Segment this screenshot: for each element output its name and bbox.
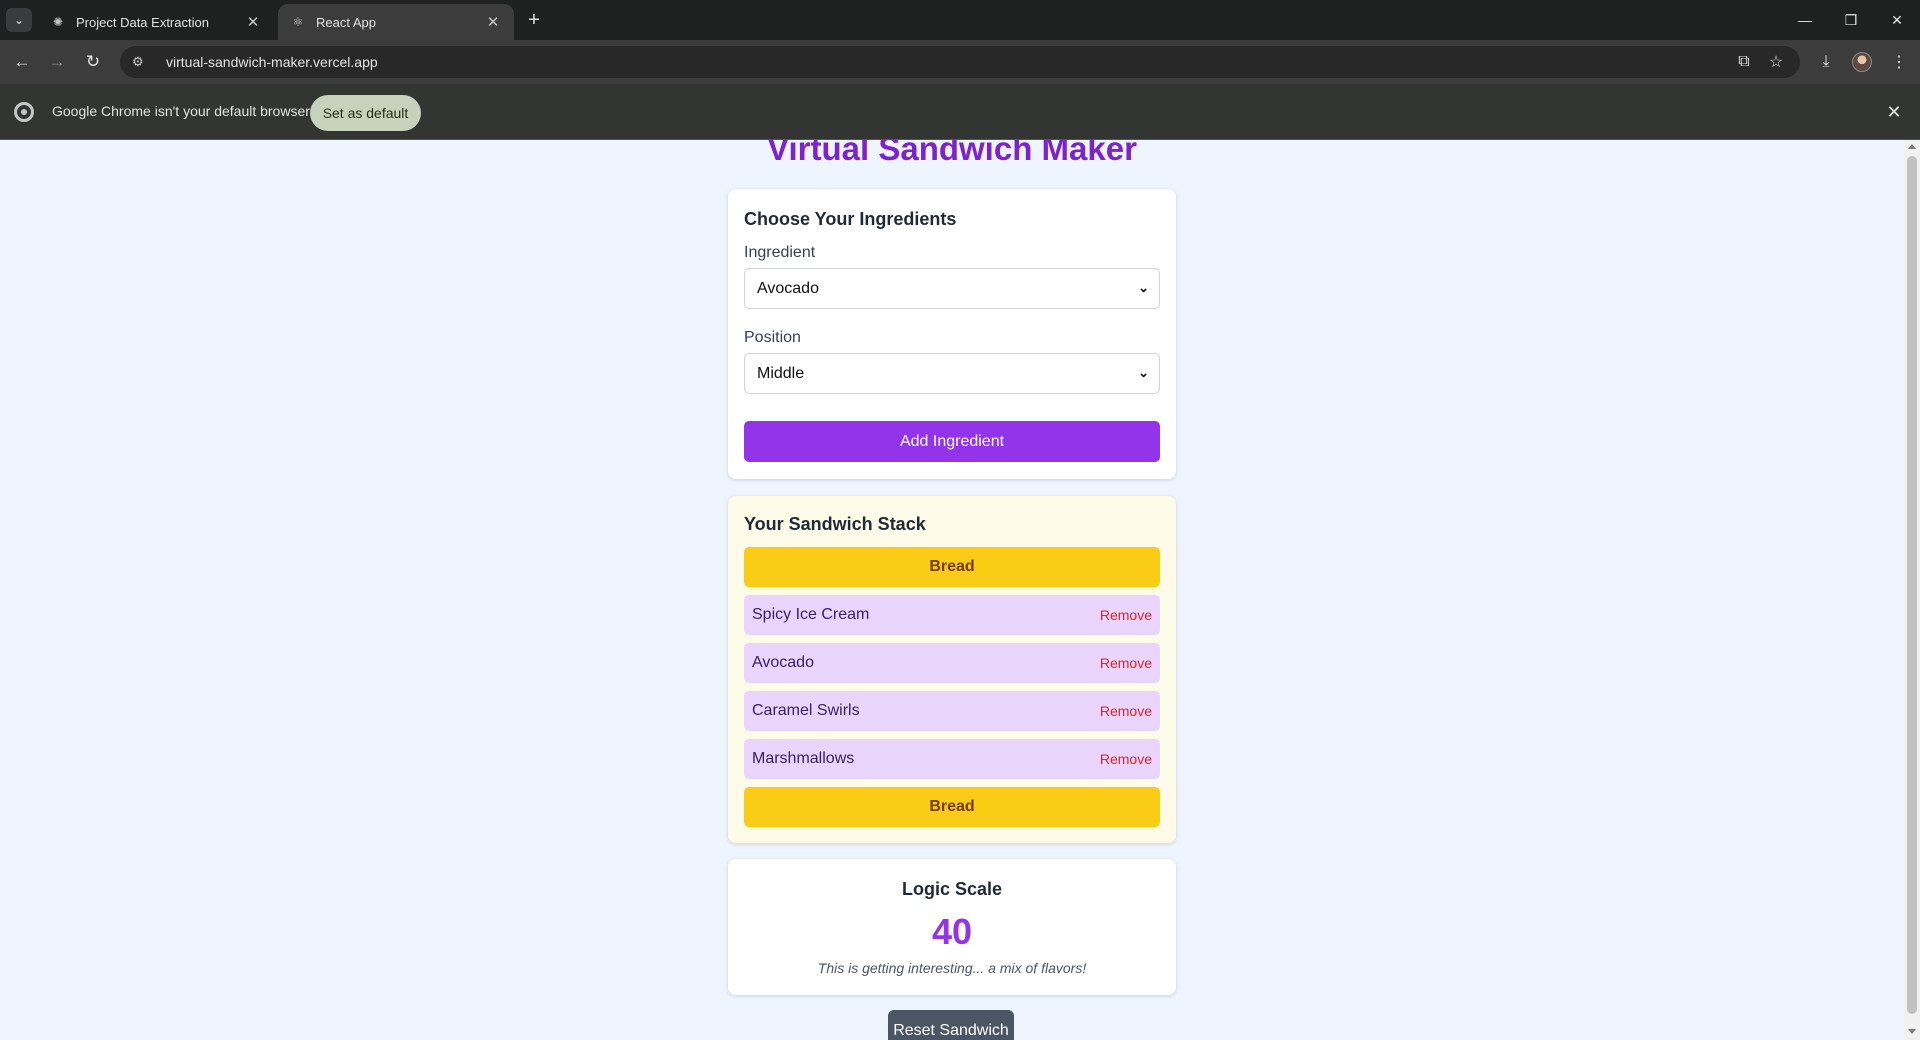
tab-search-button[interactable]: ⌄	[6, 8, 32, 32]
remove-button[interactable]: Remove	[1100, 607, 1152, 623]
close-icon[interactable]: ✕	[484, 13, 502, 31]
stack-item-name: Spicy Ice Cream	[752, 606, 870, 623]
chevron-down-icon: ⌄	[13, 13, 25, 27]
ingredient-select[interactable]: Avocado ⌄	[744, 268, 1160, 309]
chevron-down-icon: ⌄	[1138, 365, 1149, 380]
chevron-down-icon: ⌄	[1138, 280, 1149, 295]
tab-project-data-extraction[interactable]: ✺ Project Data Extraction ✕	[38, 4, 274, 40]
url-text: virtual-sandwich-maker.vercel.app	[166, 54, 378, 70]
stack-item: Avocado Remove	[744, 643, 1160, 683]
downloads-button[interactable]: ⤓	[1812, 48, 1840, 76]
set-as-default-button[interactable]: Set as default	[310, 95, 421, 131]
address-bar[interactable]: ⚙ virtual-sandwich-maker.vercel.app	[120, 46, 1800, 78]
tab-title: Project Data Extraction	[76, 14, 209, 30]
infobar-close-icon[interactable]: ✕	[1882, 100, 1906, 124]
minimize-button[interactable]: —	[1782, 0, 1828, 40]
stack-item: Spicy Ice Cream Remove	[744, 595, 1160, 635]
reload-icon: ↻	[85, 52, 101, 71]
scrollbar-thumb[interactable]	[1907, 156, 1917, 1014]
logic-scale-title: Logic Scale	[901, 879, 1003, 899]
site-settings-icon[interactable]: ⚙	[132, 54, 152, 70]
sandwich-stack-card: Your Sandwich Stack Bread Spicy Ice Crea…	[728, 496, 1176, 843]
restore-button[interactable]: ❐	[1828, 0, 1874, 40]
logic-score: 40	[931, 911, 973, 952]
logic-comment: This is getting interesting... a mix of …	[817, 960, 1087, 976]
minimize-icon: —	[1798, 12, 1812, 28]
infobar-message: Google Chrome isn't your default browser	[52, 103, 310, 119]
bookmark-button[interactable]: ☆	[1762, 48, 1790, 76]
close-window-button[interactable]: ✕	[1874, 0, 1920, 40]
close-icon[interactable]: ✕	[244, 13, 262, 31]
page-viewport: Virtual Sandwich Maker Choose Your Ingre…	[0, 140, 1904, 1040]
position-select[interactable]: Middle ⌄	[744, 353, 1160, 394]
menu-button[interactable]: ⋮	[1885, 48, 1913, 76]
add-ingredient-button[interactable]: Add Ingredient	[744, 421, 1160, 462]
restore-icon: ❐	[1844, 11, 1858, 28]
ingredient-select-value: Avocado	[757, 279, 819, 297]
page-title: Virtual Sandwich Maker	[767, 140, 1137, 167]
remove-button[interactable]: Remove	[1100, 703, 1152, 719]
new-tab-button[interactable]: +	[520, 8, 548, 32]
arrow-right-icon: →	[48, 52, 66, 71]
tab-title: React App	[316, 14, 376, 30]
scroll-down-icon[interactable]	[1908, 1029, 1916, 1034]
stack-item: Marshmallows Remove	[744, 739, 1160, 779]
star-icon: ☆	[1768, 54, 1784, 71]
stack-item-name: Marshmallows	[752, 750, 855, 767]
scroll-up-icon[interactable]	[1908, 144, 1916, 149]
stack-item-name: Avocado	[752, 654, 814, 671]
ingredient-controls-card: Choose Your Ingredients Ingredient Avoca…	[728, 189, 1176, 479]
remove-button[interactable]: Remove	[1100, 751, 1152, 767]
install-app-button[interactable]: ⧉	[1730, 48, 1758, 76]
download-icon: ⤓	[1822, 53, 1830, 70]
react-icon: ⚛	[292, 15, 304, 29]
stack-item-name: Caramel Swirls	[752, 702, 860, 719]
ingredient-label: Ingredient	[744, 244, 816, 261]
stack-heading: Your Sandwich Stack	[744, 514, 926, 534]
logic-scale-card: Logic Scale 40 This is getting interesti…	[728, 859, 1176, 995]
page-scrollbar[interactable]	[1904, 140, 1920, 1040]
openai-icon: ✺	[52, 15, 64, 29]
profile-avatar[interactable]	[1852, 52, 1872, 72]
position-select-value: Middle	[757, 364, 805, 382]
arrow-left-icon: ←	[13, 52, 31, 71]
controls-heading: Choose Your Ingredients	[744, 209, 957, 229]
remove-button[interactable]: Remove	[1100, 655, 1152, 671]
back-button[interactable]: ←	[8, 48, 36, 76]
close-icon: ✕	[1891, 11, 1903, 28]
plus-icon: +	[528, 8, 540, 31]
chrome-icon	[14, 102, 34, 122]
stack-item: Caramel Swirls Remove	[744, 691, 1160, 731]
bread-bottom: Bread	[744, 787, 1160, 827]
more-vert-icon: ⋮	[1891, 54, 1907, 71]
forward-button[interactable]: →	[43, 48, 71, 76]
bread-top: Bread	[744, 547, 1160, 587]
reload-button[interactable]: ↻	[79, 48, 107, 76]
position-label: Position	[744, 329, 801, 346]
default-browser-infobar: Google Chrome isn't your default browser…	[0, 84, 1920, 140]
tab-react-app[interactable]: ⚛ React App ✕	[278, 4, 514, 40]
tab-strip: ⌄ ✺ Project Data Extraction ✕ ⚛ React Ap…	[0, 0, 1920, 40]
reset-sandwich-button[interactable]: Reset Sandwich	[888, 1010, 1014, 1040]
browser-toolbar: ← → ↻ ⚙ virtual-sandwich-maker.vercel.ap…	[0, 40, 1920, 84]
install-icon: ⧉	[1738, 53, 1750, 70]
